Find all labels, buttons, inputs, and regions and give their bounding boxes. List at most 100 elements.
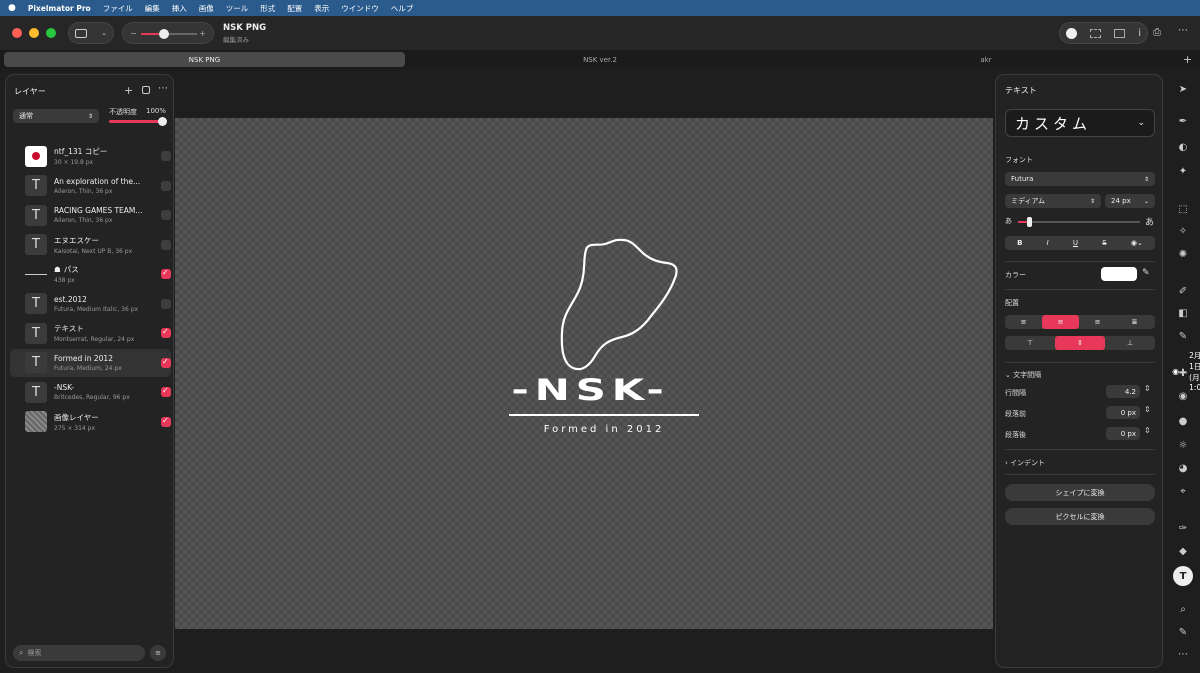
tab-akr[interactable]: akr xyxy=(795,52,1177,67)
pen-tool-icon[interactable]: ✑ xyxy=(1175,521,1191,535)
text-style-preset-select[interactable]: カスタム ⌄ xyxy=(1005,109,1155,137)
font-family-select[interactable]: Futura ⇕ xyxy=(1005,172,1155,186)
arrange-tool-icon[interactable]: ➤ xyxy=(1175,82,1191,96)
zoom-out-icon[interactable]: − xyxy=(130,29,137,38)
clone-tool-icon[interactable]: ◉ xyxy=(1175,389,1191,403)
strikethrough-button[interactable]: S xyxy=(1102,239,1106,247)
paragraph-before-stepper[interactable]: ⇕ xyxy=(1144,405,1151,414)
layer-row[interactable]: T -NSK- Britcedes, Regular, 96 px xyxy=(10,378,171,406)
zoom-slider-knob[interactable] xyxy=(159,29,169,39)
align-bottom-button[interactable]: ⊥ xyxy=(1105,339,1155,347)
font-weight-select[interactable]: ミディアム ⇕ xyxy=(1005,194,1101,208)
menu-format[interactable]: 形式 xyxy=(260,3,275,14)
paragraph-after-input[interactable]: 0 px xyxy=(1106,427,1140,440)
menu-edit[interactable]: 編集 xyxy=(145,3,160,14)
chevron-down-icon[interactable]: ⌄ xyxy=(101,29,107,37)
convert-to-pixels-button[interactable]: ピクセルに変換 xyxy=(1005,508,1155,525)
eyedropper-icon[interactable]: ✎ xyxy=(1142,268,1150,278)
layer-row[interactable]: ntf_131 コピー 30 × 19.8 px xyxy=(10,142,171,170)
menu-file[interactable]: ファイル xyxy=(103,3,133,14)
more-icon[interactable]: ⋯ xyxy=(1178,25,1188,36)
add-layer-icon[interactable]: + xyxy=(124,84,133,97)
text-color-swatch[interactable] xyxy=(1101,267,1137,281)
menu-window[interactable]: ウインドウ xyxy=(341,3,379,14)
layer-visibility-checkbox[interactable] xyxy=(161,386,171,397)
tab-nsk-ver2[interactable]: NSK ver.2 xyxy=(405,52,795,67)
warp-tool-icon[interactable]: ⌖ xyxy=(1175,484,1191,498)
menu-insert[interactable]: 挿入 xyxy=(172,3,187,14)
align-center-button[interactable]: ≡ xyxy=(1042,315,1079,329)
apple-icon[interactable]: ● xyxy=(8,3,16,13)
opacity-slider[interactable] xyxy=(109,117,167,126)
zoom-slider[interactable] xyxy=(141,29,197,39)
filter-icon[interactable]: ≡ xyxy=(150,645,166,661)
underline-button[interactable]: U xyxy=(1073,239,1078,247)
spacing-section-toggle[interactable]: ⌄ 文字間隔 xyxy=(1005,370,1041,380)
layer-visibility-checkbox[interactable] xyxy=(161,416,171,427)
align-middle-button[interactable]: ⇕ xyxy=(1055,336,1105,350)
zoom-tool-icon[interactable]: ⌕ xyxy=(1175,602,1191,616)
menu-tools[interactable]: ツール xyxy=(226,3,249,14)
font-size-select[interactable]: 24 px ⌄ xyxy=(1105,194,1155,208)
fill-tool-icon[interactable]: ◧ xyxy=(1175,306,1191,320)
opacity-slider-knob[interactable] xyxy=(158,117,167,126)
mask-icon[interactable] xyxy=(142,86,150,94)
text-options-icon[interactable]: ◉⌄ xyxy=(1131,239,1143,247)
paint-tool-icon[interactable]: ✐ xyxy=(1175,284,1191,298)
menu-arrange[interactable]: 配置 xyxy=(287,3,302,14)
zoom-window-button[interactable] xyxy=(46,28,56,38)
indent-section-toggle[interactable]: › インデント xyxy=(1005,458,1045,468)
menu-help[interactable]: ヘルプ xyxy=(391,3,414,14)
color-adjust-tool-icon[interactable]: ◐ xyxy=(1175,140,1191,154)
layer-visibility-checkbox[interactable] xyxy=(161,298,171,309)
layer-visibility-checkbox[interactable] xyxy=(161,268,171,279)
layer-row[interactable]: Test.2012 Futura, Medium Italic, 36 px xyxy=(10,290,171,318)
crop-icon[interactable] xyxy=(1090,28,1102,38)
layer-row[interactable]: T RACING GAMES TEAM... Aileron, Thin, 36 p… xyxy=(10,201,171,229)
layer-visibility-checkbox[interactable] xyxy=(161,151,171,161)
layer-row[interactable]: ☗ パス 438 px xyxy=(10,260,171,288)
zoom-in-icon[interactable]: + xyxy=(199,29,206,38)
light-tool-icon[interactable]: ☼ xyxy=(1175,438,1191,452)
menu-image[interactable]: 画像 xyxy=(199,3,214,14)
share-icon[interactable]: ⎙ xyxy=(1153,27,1161,38)
paragraph-after-stepper[interactable]: ⇕ xyxy=(1144,426,1151,435)
sponge-tool-icon[interactable]: ● xyxy=(1175,414,1191,428)
erase-tool-icon[interactable]: ✎ xyxy=(1175,329,1191,343)
info-icon[interactable]: i xyxy=(1138,28,1141,39)
minimize-window-button[interactable] xyxy=(29,28,39,38)
layer-row[interactable]: T Formed in 2012 Futura, Medium, 24 px xyxy=(10,348,171,377)
magic-wand-tool-icon[interactable]: ✺ xyxy=(1175,247,1191,261)
sidebar-icon[interactable] xyxy=(75,28,87,38)
align-left-button[interactable]: ≡ xyxy=(1005,318,1042,326)
tab-nsk-png[interactable]: NSK PNG xyxy=(4,52,405,67)
layer-search-input[interactable]: ⌕ 検索 xyxy=(13,645,145,661)
menu-view[interactable]: 表示 xyxy=(314,3,329,14)
color-picker-icon[interactable] xyxy=(1066,27,1077,39)
bold-button[interactable]: B xyxy=(1017,239,1022,247)
type-tool-icon[interactable]: T xyxy=(1173,566,1193,586)
font-size-slider-knob[interactable] xyxy=(1027,217,1032,227)
document-canvas[interactable]: -NSK- Formed in 2012 xyxy=(175,118,993,629)
logo-tagline[interactable]: Formed in 2012 xyxy=(509,424,699,435)
layer-visibility-checkbox[interactable] xyxy=(161,357,171,368)
layer-visibility-checkbox[interactable] xyxy=(161,239,171,250)
paragraph-before-input[interactable]: 0 px xyxy=(1106,406,1140,419)
menu-app[interactable]: Pixelmator Pro xyxy=(28,4,91,13)
arrange-icon[interactable] xyxy=(1114,28,1126,38)
italic-button[interactable]: I xyxy=(1047,239,1049,247)
effects-tool-icon[interactable]: ✦ xyxy=(1175,164,1191,178)
new-tab-button[interactable]: + xyxy=(1183,53,1192,66)
shape-tool-icon[interactable]: ◆ xyxy=(1175,544,1191,558)
quick-select-tool-icon[interactable]: ✧ xyxy=(1175,224,1191,238)
layer-visibility-checkbox[interactable] xyxy=(161,180,171,191)
layer-row[interactable]: T テキスト Montserrat, Regular, 24 px xyxy=(10,319,171,347)
layer-visibility-checkbox[interactable] xyxy=(161,327,171,338)
repair-tool-icon[interactable]: ✚ xyxy=(1175,366,1191,380)
align-right-button[interactable]: ≡ xyxy=(1079,318,1116,326)
line-spacing-stepper[interactable]: ⇕ xyxy=(1144,384,1151,393)
select-tool-icon[interactable]: ⬚ xyxy=(1175,202,1191,216)
line-spacing-input[interactable]: 4.2 xyxy=(1106,385,1140,398)
eyedropper-tool-icon[interactable]: ✎ xyxy=(1175,625,1191,639)
more-options-icon[interactable]: ⋯ xyxy=(158,83,168,94)
